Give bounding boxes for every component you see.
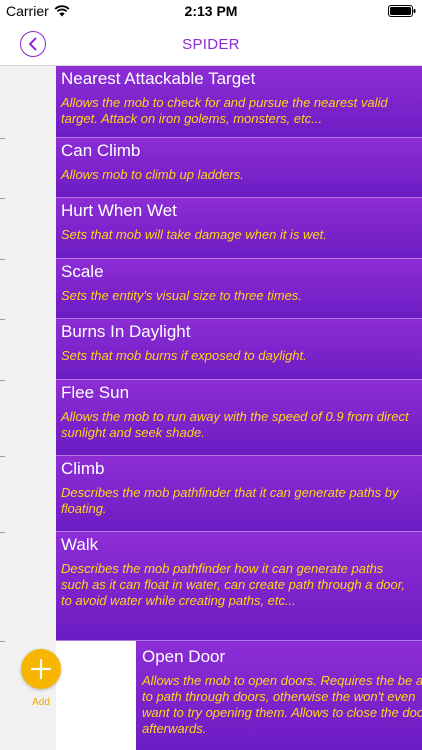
battery-icon bbox=[388, 5, 416, 17]
list-item[interactable]: Climb Describes the mob pathfinder that … bbox=[56, 456, 422, 532]
page-title: SPIDER bbox=[182, 36, 240, 53]
navigation-bar: SPIDER bbox=[0, 22, 422, 66]
list-item[interactable]: Hurt When Wet Sets that mob will take da… bbox=[56, 198, 422, 259]
list-item[interactable]: Flee Sun Allows the mob to run away with… bbox=[56, 380, 422, 456]
gutter-separator bbox=[0, 532, 5, 533]
list-item[interactable]: Walk Describes the mob pathfinder how it… bbox=[56, 532, 422, 641]
component-title: Hurt When Wet bbox=[61, 201, 177, 220]
component-description: Allows the mob to run away with the spee… bbox=[61, 409, 409, 440]
list-item[interactable]: Scale Sets the entity's visual size to t… bbox=[56, 259, 422, 319]
gutter-separator bbox=[0, 259, 5, 260]
component-title: Climb bbox=[61, 459, 105, 478]
component-description: Sets that mob burns if exposed to daylig… bbox=[61, 348, 307, 363]
gutter-separator bbox=[0, 138, 5, 139]
component-description: Allows mob to climb up ladders. bbox=[61, 167, 244, 182]
component-description: Describes the mob pathfinder how it can … bbox=[61, 561, 405, 608]
component-description: Sets the entity's visual size to three t… bbox=[61, 288, 302, 303]
component-description: Allows the mob to check for and pursue t… bbox=[61, 95, 388, 126]
component-description: Sets that mob will take damage when it i… bbox=[61, 227, 327, 242]
gutter-separator bbox=[0, 319, 5, 320]
component-title: Open Door bbox=[142, 647, 226, 666]
component-title: Walk bbox=[61, 535, 99, 554]
plus-icon bbox=[30, 658, 52, 680]
component-description: Describes the mob pathfinder that it can… bbox=[61, 485, 399, 516]
component-description: Allows the mob to open doors. Requires t… bbox=[142, 673, 422, 736]
list-item[interactable]: Can Climb Allows mob to climb up ladders… bbox=[56, 138, 422, 198]
component-title: Flee Sun bbox=[61, 383, 130, 402]
component-title: Burns In Daylight bbox=[61, 322, 191, 341]
component-title: Scale bbox=[61, 262, 104, 281]
list-item[interactable]: Burns In Daylight Sets that mob burns if… bbox=[56, 319, 422, 380]
add-label: Add bbox=[32, 697, 50, 708]
status-time: 2:13 PM bbox=[184, 3, 238, 19]
component-title: Nearest Attackable Target bbox=[61, 69, 256, 88]
gutter-separator bbox=[0, 380, 5, 381]
status-bar: Carrier 2:13 PM bbox=[0, 0, 422, 22]
component-list: Nearest Attackable Target Allows the mob… bbox=[56, 66, 422, 641]
gutter-separator bbox=[0, 198, 5, 199]
component-title: Can Climb bbox=[61, 141, 141, 160]
left-gutter bbox=[0, 66, 56, 750]
add-button[interactable] bbox=[21, 649, 61, 689]
list-item[interactable]: Nearest Attackable Target Allows the mob… bbox=[56, 66, 422, 138]
gutter-separator bbox=[0, 641, 5, 642]
list-item-dragging[interactable]: Open Door Allows the mob to open doors. … bbox=[136, 641, 422, 750]
gutter-separator bbox=[0, 456, 5, 457]
